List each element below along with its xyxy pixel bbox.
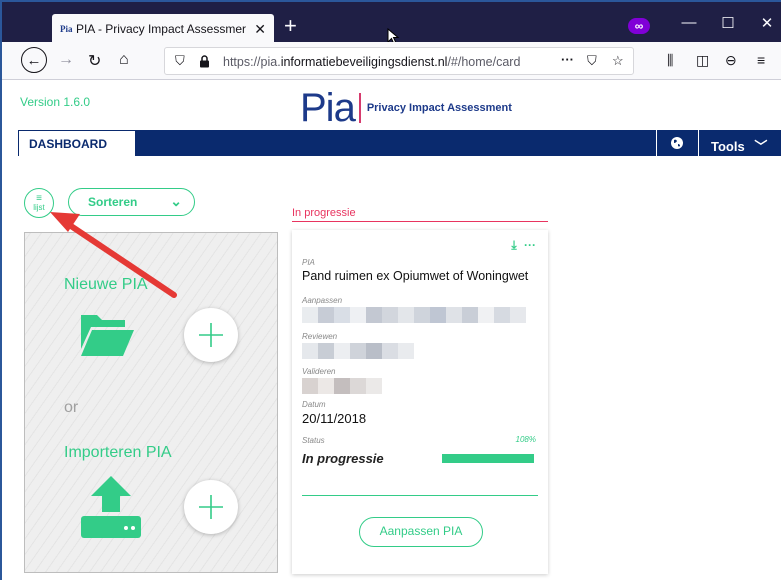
list-label: lijst [33,203,45,212]
section-divider [292,221,548,222]
home-icon[interactable]: ⌂ [119,51,129,69]
menu-icon[interactable]: ≡ [757,52,765,68]
minimize-icon[interactable]: — [679,14,699,31]
main-menubar: DASHBOARD Tools ﹀ [18,130,781,156]
editor-avatars-blurred [302,307,526,323]
pia-logo[interactable]: Pia Privacy Impact Assessment [300,88,512,128]
status-value: In progressie [302,451,384,466]
pia-label: PIA [302,258,315,267]
url-bar[interactable]: ⛉ https://pia.informatiebeveiligingsdien… [164,47,634,75]
progress-bar [442,454,534,463]
back-icon[interactable]: ← [21,47,47,73]
chevron-down-icon: ﹀ [754,139,768,154]
validator-avatars-blurred [302,378,382,394]
edit-pia-button[interactable]: Aanpassen PIA [359,517,483,547]
lock-icon[interactable] [199,55,210,68]
plus-icon [199,495,223,519]
new-pia-plus-button[interactable] [184,308,238,362]
reviewer-label: Reviewen [302,332,338,341]
list-icon: ≡ [36,193,42,204]
date-value: 20/11/2018 [302,411,367,426]
card-actions: ⤓ ··· [511,238,536,253]
logo-text: Privacy Impact Assessment [366,102,512,114]
bookmark-star-icon[interactable]: ☆ [612,53,624,69]
pia-page: Version 1.6.0 Pia Privacy Impact Assessm… [2,80,781,580]
version-label: Version 1.6.0 [20,95,91,109]
plus-icon [199,323,223,347]
tab-close-icon[interactable]: ✕ [254,21,266,38]
pocket-icon[interactable]: ⛉ [587,53,597,69]
language-globe-icon[interactable] [656,130,696,156]
browser-navbar: ← → ↻ ⌂ ⛉ https://pia.informatiebeveilig… [2,42,781,80]
url-text: https://pia.informatiebeveiligingsdienst… [223,55,521,69]
account-icon[interactable]: ⊖ [725,52,737,69]
logo-separator [358,93,361,123]
status-label: Status [302,436,325,445]
download-icon[interactable]: ⤓ [511,238,516,252]
pia-card: ⤓ ··· PIA Pand ruimen ex Opiumwet of Won… [292,230,548,574]
tab-dashboard[interactable]: DASHBOARD [18,130,136,156]
browser-tab[interactable]: Pia PIA - Privacy Impact Assessmer ✕ [52,14,274,44]
new-pia-title: Nieuwe PIA [64,276,148,293]
import-pia-title: Importeren PIA [64,444,172,461]
new-pia-panel: Nieuwe PIA or Importeren PIA [24,232,278,573]
date-label: Datum [302,400,326,409]
more-icon[interactable]: ··· [524,238,536,252]
list-view-button[interactable]: ≡ lijst [24,188,54,218]
shield-icon[interactable]: ⛉ [175,53,185,69]
close-window-icon[interactable]: ✕ [757,14,777,32]
tab-title: PIA - Privacy Impact Assessmer [75,22,246,36]
reviewer-avatars-blurred [302,343,414,359]
card-divider [302,495,538,496]
validator-label: Valideren [302,367,336,376]
more-icon[interactable]: ··· [561,52,574,67]
private-browsing-icon: ∞ [628,18,650,34]
progress-bar-fill [442,454,534,463]
tools-menu-button[interactable]: Tools ﹀ [698,130,781,156]
chevron-down-icon: ⌄ [170,193,182,209]
sort-label: Sorteren [88,195,138,209]
sort-button[interactable]: Sorteren ⌄ [68,188,195,216]
or-separator: or [64,399,79,416]
logo-word: Pia [300,86,356,130]
folder-open-icon [81,315,134,356]
editor-label: Aanpassen [302,296,343,305]
reload-icon[interactable]: ↻ [88,51,101,71]
new-tab-icon[interactable]: + [284,14,297,38]
upload-icon [81,476,141,538]
section-in-progress-label: In progressie [292,207,356,219]
pia-name[interactable]: Pand ruimen ex Opiumwet of Woningwet [302,269,528,283]
tools-label: Tools [711,139,745,154]
library-icon[interactable]: ⫼ [667,52,673,69]
browser-titlebar: Pia PIA - Privacy Impact Assessmer ✕ + ∞… [2,2,781,45]
sidebar-icon[interactable]: ◫ [696,52,709,69]
progress-percent: 108% [515,435,536,444]
tab-favicon-icon: Pia [60,24,73,34]
maximize-icon[interactable]: ☐ [718,14,738,32]
import-pia-plus-button[interactable] [184,480,238,534]
forward-icon[interactable]: → [58,51,74,69]
